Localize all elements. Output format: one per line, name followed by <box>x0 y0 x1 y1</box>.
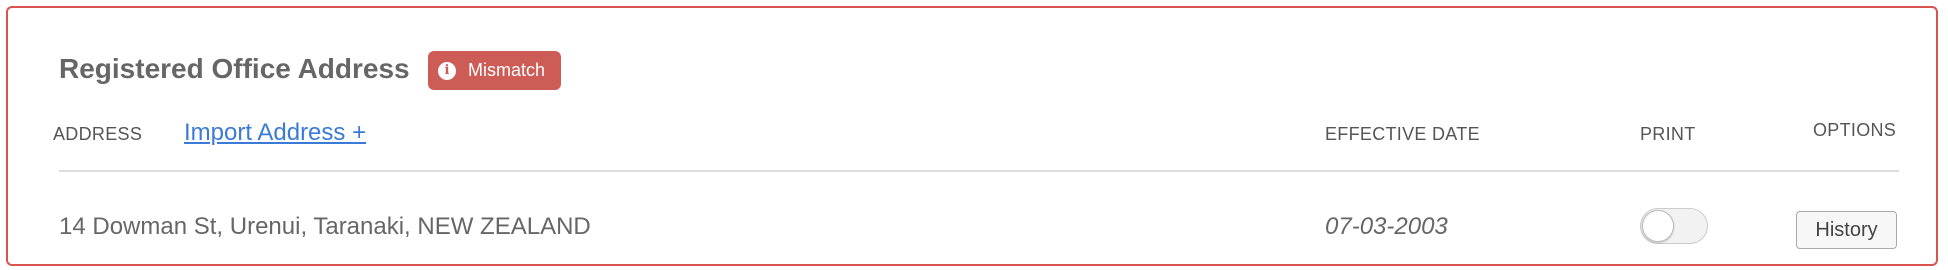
print-toggle-knob <box>1642 210 1674 242</box>
header-divider <box>59 170 1899 172</box>
mismatch-badge: i Mismatch <box>428 51 562 90</box>
column-header-options: OPTIONS <box>1813 120 1897 140</box>
column-header-address: ADDRESS <box>53 124 143 144</box>
history-button[interactable]: History <box>1796 211 1897 249</box>
import-address-link[interactable]: Import Address + <box>184 119 366 147</box>
address-value: 14 Dowman St, Urenui, Taranaki, NEW ZEAL… <box>59 213 591 240</box>
column-header-print: PRINT <box>1640 124 1696 144</box>
mismatch-badge-label: Mismatch <box>468 60 546 80</box>
registered-office-address-panel: Registered Office Address i Mismatch ADD… <box>6 6 1938 266</box>
column-header-effective-date: EFFECTIVE DATE <box>1325 124 1480 144</box>
section-title: Registered Office Address <box>59 53 410 84</box>
info-icon: i <box>438 61 456 80</box>
effective-date-value: 07-03-2003 <box>1325 213 1448 240</box>
print-toggle[interactable] <box>1640 208 1708 244</box>
